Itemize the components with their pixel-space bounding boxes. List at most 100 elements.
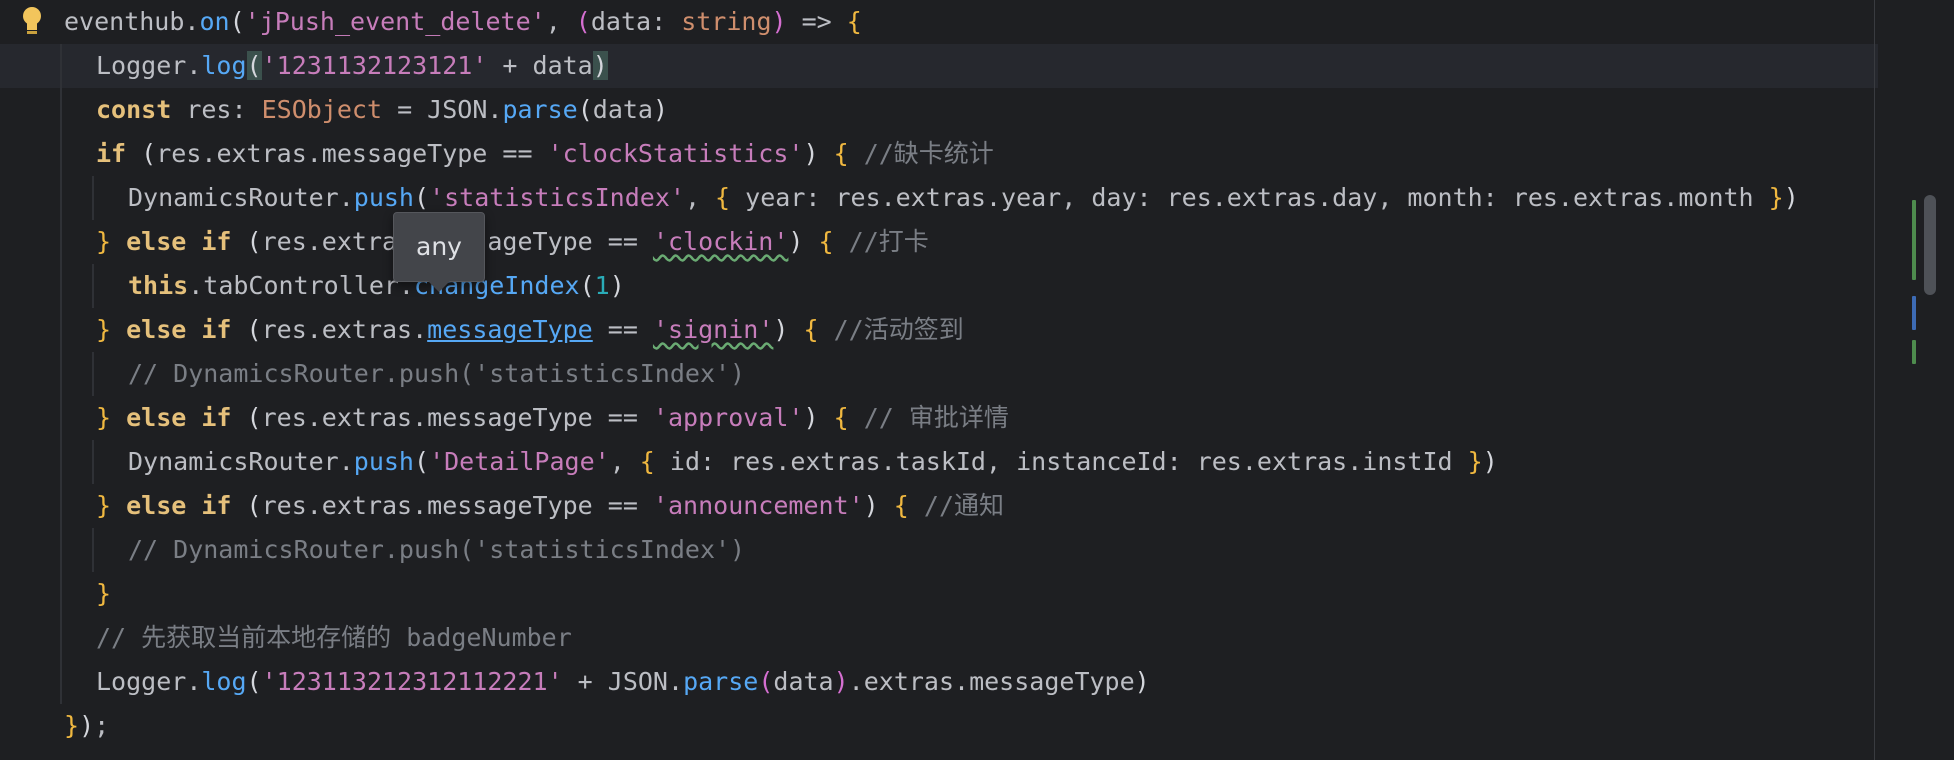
code-line[interactable]: // 先获取当前本地存储的 badgeNumber — [0, 616, 1878, 660]
code-line[interactable]: // DynamicsRouter.push('statisticsIndex'… — [0, 352, 1878, 396]
indent-guide — [60, 132, 62, 176]
code-token: . — [338, 447, 354, 476]
code-token: == — [592, 227, 653, 256]
code-text: Logger.log('123113212312112221' + JSON.p… — [96, 660, 1150, 704]
code-line[interactable]: }); — [0, 704, 1878, 748]
code-text: // DynamicsRouter.push('statisticsIndex'… — [128, 352, 745, 396]
code-token: ) — [609, 271, 625, 300]
code-token: else if — [111, 315, 247, 344]
code-line[interactable]: } else if (res.extras.messageType == 'si… — [0, 308, 1878, 352]
code-text: eventhub.on('jPush_event_delete', (data:… — [64, 0, 862, 44]
vertical-scrollbar[interactable] — [1920, 0, 1954, 760]
code-token: { — [833, 403, 849, 432]
code-token: log — [201, 667, 247, 696]
code-token: ) — [592, 51, 608, 80]
code-line[interactable]: if (res.extras.messageType == 'clockStat… — [0, 132, 1878, 176]
code-token: .extras.messageType — [848, 667, 1135, 696]
code-token: : — [651, 7, 682, 36]
code-token: ) — [863, 491, 879, 520]
code-token: //打卡 — [833, 227, 929, 256]
code-line[interactable]: this.tabController.changeIndex(1) — [0, 264, 1878, 308]
code-token: res.extras. — [261, 315, 428, 344]
code-line[interactable]: eventhub.on('jPush_event_delete', (data:… — [0, 0, 1878, 44]
indent-guide — [60, 396, 62, 440]
code-token: } — [96, 315, 112, 344]
code-token: '123113212312112221' — [261, 667, 563, 696]
code-token: } — [1467, 447, 1483, 476]
code-token: . — [184, 7, 200, 36]
code-token: == — [592, 491, 653, 520]
code-token: 'DetailPage' — [429, 447, 610, 476]
code-token: else if — [111, 403, 247, 432]
code-token: data — [532, 51, 593, 80]
code-token: // 审批详情 — [848, 403, 1009, 432]
code-text: Logger.log('1231132123121' + data) — [96, 44, 608, 88]
code-line[interactable]: } else if (res.extras.messageType == 'cl… — [0, 220, 1878, 264]
code-token: } — [64, 711, 80, 740]
code-line[interactable]: } — [0, 572, 1878, 616]
indent-guide — [60, 308, 62, 352]
code-token: 1 — [594, 271, 610, 300]
code-line[interactable]: DynamicsRouter.push('statisticsIndex', {… — [0, 176, 1878, 220]
code-line[interactable]: DynamicsRouter.push('DetailPage', { id: … — [0, 440, 1878, 484]
code-token: + — [487, 51, 533, 80]
code-token: ) — [653, 95, 669, 124]
code-token: ( — [141, 139, 157, 168]
code-token: 'jPush_event_delete' — [244, 7, 546, 36]
tooltip-arrow-icon — [427, 280, 451, 292]
code-line[interactable]: } else if (res.extras.messageType == 'an… — [0, 484, 1878, 528]
code-token: ) — [833, 667, 849, 696]
code-text: } else if (res.extras.messageType == 'cl… — [96, 220, 929, 264]
code-token: == — [592, 403, 653, 432]
code-token: { — [846, 7, 862, 36]
code-token: //缺卡统计 — [848, 139, 994, 168]
code-token: id: res.extras.taskId, instanceId: res.e… — [654, 447, 1468, 476]
code-line[interactable]: Logger.log('123113212312112221' + JSON.p… — [0, 660, 1878, 704]
code-token: Logger — [96, 51, 187, 80]
code-token: ( — [246, 227, 262, 256]
tooltip-text: any — [416, 232, 462, 261]
code-token: year: res.extras.year, day: res.extras.d… — [730, 183, 1769, 212]
code-token: log — [201, 51, 247, 80]
code-token: ) — [788, 227, 804, 256]
code-token: ESObject — [261, 95, 383, 124]
code-text: } else if (res.extras.messageType == 'ap… — [96, 396, 1009, 440]
code-token: res — [171, 95, 232, 124]
code-line[interactable]: const res: ESObject = JSON.parse(data) — [0, 88, 1878, 132]
code-line[interactable]: Logger.log('1231132123121' + data) — [0, 44, 1878, 88]
code-token: { — [803, 315, 819, 344]
code-token: . — [668, 667, 684, 696]
indent-guide — [92, 264, 94, 308]
indent-guide — [92, 352, 94, 396]
code-token: . — [338, 183, 354, 212]
indent-guide — [60, 572, 62, 616]
change-marker — [1912, 340, 1916, 364]
code-token: . — [186, 667, 202, 696]
code-line[interactable]: } else if (res.extras.messageType == 'ap… — [0, 396, 1878, 440]
code-token: { — [639, 447, 655, 476]
code-token: ( — [414, 183, 430, 212]
scrollbar-thumb[interactable] — [1924, 195, 1936, 295]
code-token: ( — [246, 51, 262, 80]
indent-guide — [92, 440, 94, 484]
indent-guide — [60, 484, 62, 528]
code-token: if — [96, 139, 127, 168]
code-token: ( — [246, 667, 262, 696]
code-token: push — [353, 183, 414, 212]
code-token: ( — [246, 491, 262, 520]
code-token: } — [96, 579, 112, 608]
code-token: } — [96, 227, 112, 256]
code-line[interactable]: // DynamicsRouter.push('statisticsIndex'… — [0, 528, 1878, 572]
type-hint-tooltip: any — [393, 212, 485, 282]
code-token: // DynamicsRouter.push('statisticsIndex'… — [128, 535, 746, 564]
code-token: push — [353, 447, 414, 476]
code-token: == — [487, 139, 548, 168]
code-token: 'statisticsIndex' — [429, 183, 685, 212]
code-token: JSON — [427, 95, 488, 124]
code-token: ( — [229, 7, 245, 36]
indent-guide — [60, 220, 62, 264]
code-token: else if — [111, 227, 247, 256]
code-editor[interactable]: eventhub.on('jPush_event_delete', (data:… — [0, 0, 1954, 760]
code-token: => — [786, 7, 847, 36]
